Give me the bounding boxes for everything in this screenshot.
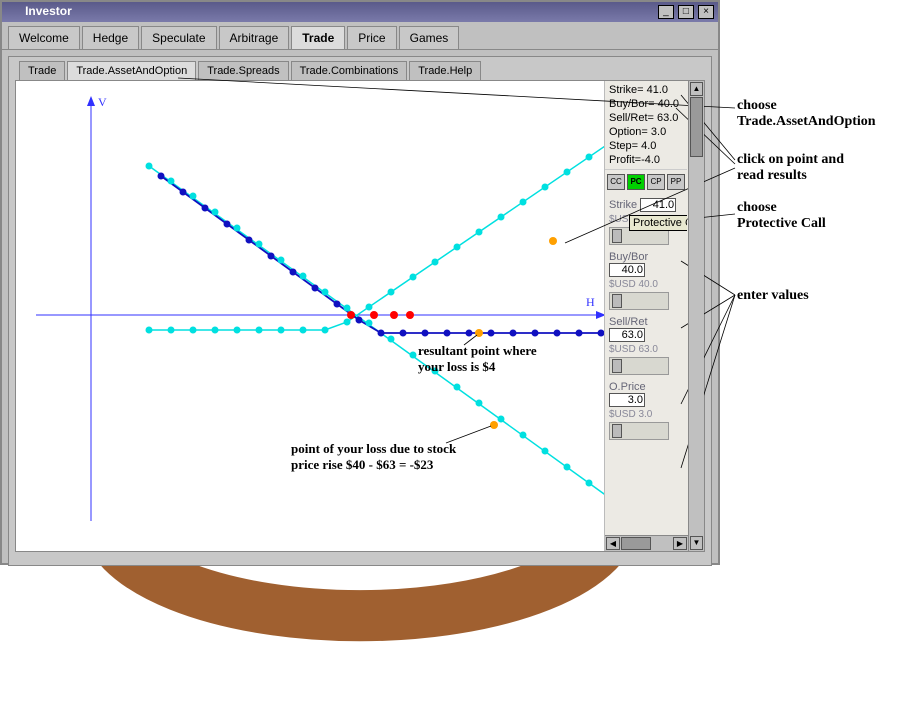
anno-resultant-2: your loss is $4 [418,359,496,374]
usd-oprice: $USD 3.0 [609,409,683,420]
ext-anno-trade-assetoption: Trade.AssetAndOption [737,114,876,129]
usd-sellret: $USD 63.0 [609,344,683,355]
subtab-help[interactable]: Trade.Help [409,61,481,80]
input-buybor[interactable] [609,263,645,277]
subtab-spreads[interactable]: Trade.Spreads [198,61,288,80]
scroll-right-icon[interactable]: ▶ [673,537,687,550]
slider-sellret[interactable] [609,357,669,375]
anno-resultant-1: resultant point where [418,343,537,358]
subtab-combinations[interactable]: Trade.Combinations [291,61,408,80]
field-sellret: Sell/Ret [607,314,685,344]
ext-anno-protective-call: Protective Call [737,216,826,231]
btn-pp[interactable]: PP [667,174,685,190]
field-buybor: Buy/Bor [607,249,685,279]
scroll-thumb-h[interactable] [621,537,651,550]
readout-sellret: Sell/Ret= 63.0 [609,111,683,125]
btn-pc[interactable]: PC [627,174,645,190]
strategy-buttons: CC PC CP PP [605,170,687,194]
scrollbar-vertical[interactable]: ▲ ▼ [688,81,704,551]
readout-profit: Profit=-4.0 [609,153,683,167]
anno-loss-2: price rise $40 - $63 = -$23 [291,457,434,472]
ext-anno-enter-values: enter values [737,288,809,303]
scrollbar-horizontal[interactable]: ◀ ▶ [605,535,688,551]
slider-oprice[interactable] [609,422,669,440]
readout-block: Strike= 41.0 Buy/Bor= 40.0 Sell/Ret= 63.… [605,81,687,170]
field-oprice: O.Price [607,379,685,409]
side-panel: ▲ ▼ ◀ ▶ Strike= 41.0 Buy/Bor= 40.0 Sell/… [604,81,704,551]
ext-anno-click-2: read results [737,168,807,183]
label-sellret: Sell/Ret [609,316,648,328]
label-oprice: O.Price [609,381,646,393]
slider-buybor[interactable] [609,292,669,310]
scroll-left-icon[interactable]: ◀ [606,537,620,550]
scroll-thumb-v[interactable] [690,97,703,157]
readout-option: Option= 3.0 [609,125,683,139]
content-area: V H [15,80,705,552]
readout-step: Step= 4.0 [609,139,683,153]
ext-anno-click-1: click on point and [737,152,844,167]
subtab-asset-option[interactable]: Trade.AssetAndOption [67,61,196,80]
input-strike[interactable] [640,198,676,212]
field-strike: Strike [607,196,685,214]
tooltip-protective-call: Protective Call [629,215,687,231]
scroll-down-icon[interactable]: ▼ [690,536,703,550]
java-icon [6,6,20,20]
btn-cp[interactable]: CP [647,174,665,190]
input-oprice[interactable] [609,393,645,407]
readout-buybor: Buy/Bor= 40.0 [609,97,683,111]
app-window: Investor _ □ × Welcome Hedge Speculate A… [0,0,720,565]
chart-svg: V H [16,81,604,551]
sub-tabs: Trade Trade.AssetAndOption Trade.Spreads… [9,57,711,80]
usd-buybor: $USD 40.0 [609,279,683,290]
btn-cc[interactable]: CC [607,174,625,190]
label-strike: Strike [609,199,637,211]
main-panel: Trade Trade.AssetAndOption Trade.Spreads… [8,56,712,566]
input-sellret[interactable] [609,328,645,342]
scroll-up-icon[interactable]: ▲ [690,82,703,96]
readout-strike: Strike= 41.0 [609,83,683,97]
payoff-chart[interactable]: V H [16,81,604,551]
subtab-trade[interactable]: Trade [19,61,65,80]
ext-anno-choose-1: choose [737,98,777,113]
anno-loss-1: point of your loss due to stock [291,441,457,456]
titlebar: Investor _ □ × [2,2,718,22]
ext-anno-choose-2: choose [737,200,777,215]
axis-v-label: V [98,95,107,109]
axis-h-label: H [586,295,595,309]
label-buybor: Buy/Bor [609,251,648,263]
